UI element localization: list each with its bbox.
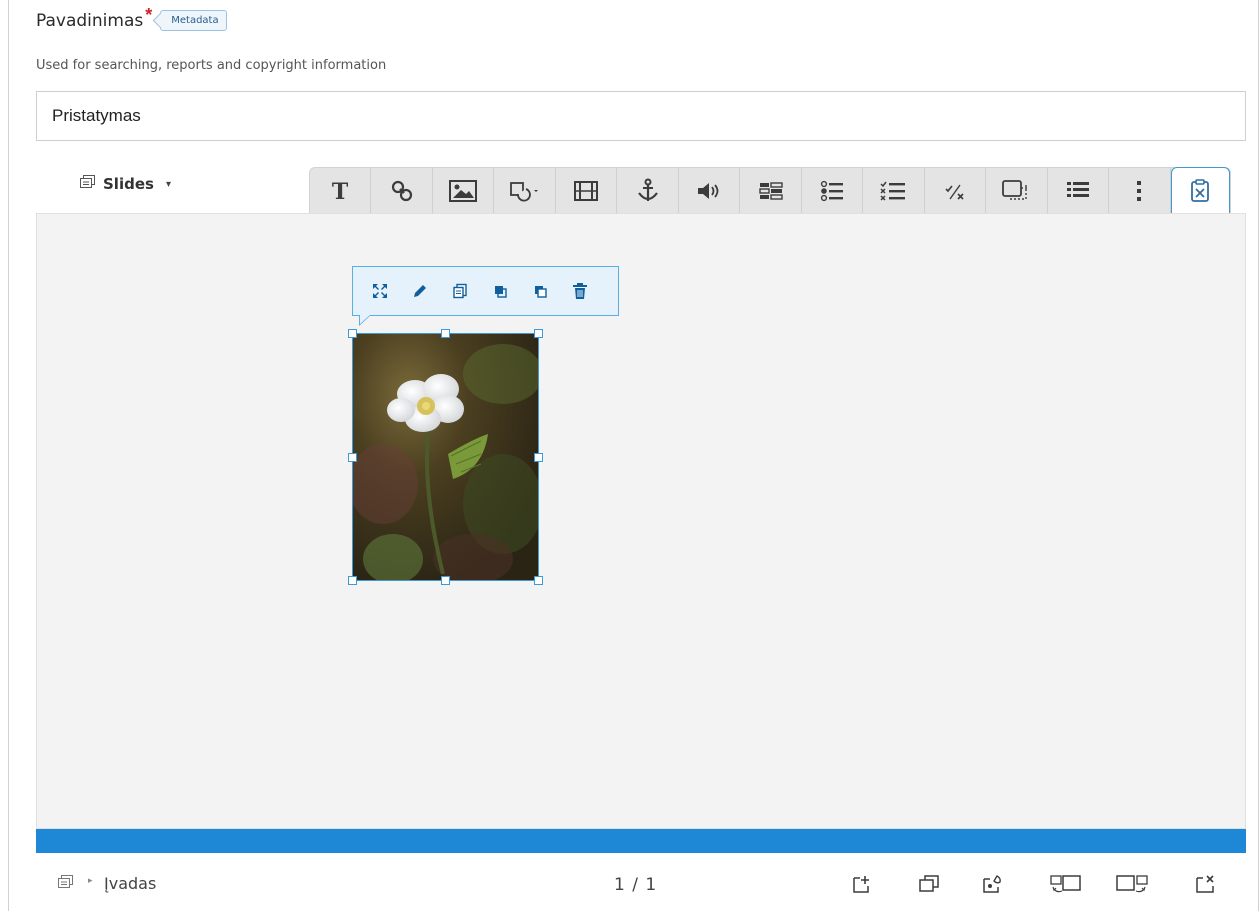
slide-background-icon xyxy=(983,875,1001,893)
svg-text:T: T xyxy=(332,179,349,203)
video-icon xyxy=(574,181,599,201)
element-toolbar xyxy=(352,266,619,326)
more-button[interactable] xyxy=(1109,168,1171,214)
breadcrumb-separator: ▸ xyxy=(88,875,93,885)
content-toolbar: T xyxy=(309,167,1231,214)
dialog-cards-button[interactable] xyxy=(986,168,1048,214)
field-description: Used for searching, reports and copyrigh… xyxy=(36,58,387,73)
image-button[interactable] xyxy=(433,168,495,214)
move-slide-right-button[interactable] xyxy=(1114,871,1150,897)
field-label: Pavadinimas xyxy=(36,10,144,31)
slides-menu-button[interactable]: Slides ▾ xyxy=(80,175,171,193)
flower-photo xyxy=(353,334,538,580)
slides-label: Slides xyxy=(103,175,154,193)
copy-button[interactable] xyxy=(450,281,470,301)
table-button[interactable] xyxy=(740,168,802,214)
metadata-button[interactable]: Metadata xyxy=(160,10,227,31)
field-header: Pavadinimas * Metadata xyxy=(36,5,227,31)
resize-handle-w[interactable] xyxy=(348,453,357,462)
fullscreen-icon xyxy=(373,284,387,298)
more-icon xyxy=(1137,181,1142,201)
multi-choice-icon xyxy=(880,181,906,201)
move-slide-left-button[interactable] xyxy=(1048,871,1084,897)
dialog-cards-icon xyxy=(1002,180,1028,200)
clone-slide-button[interactable] xyxy=(916,871,942,897)
true-false-icon xyxy=(945,184,964,200)
add-slide-button[interactable] xyxy=(849,871,875,897)
anchor-icon xyxy=(637,178,658,201)
multi-choice-button[interactable] xyxy=(863,168,925,214)
bring-to-front-icon xyxy=(495,286,507,298)
video-button[interactable] xyxy=(556,168,618,214)
resize-handle-se[interactable] xyxy=(534,576,543,585)
summary-icon xyxy=(1066,182,1089,197)
single-choice-button[interactable] xyxy=(802,168,864,214)
link-button[interactable] xyxy=(371,168,433,214)
slide-canvas[interactable] xyxy=(36,213,1246,829)
slide-image-element[interactable] xyxy=(348,329,543,585)
link-icon xyxy=(391,180,412,202)
delete-icon xyxy=(573,283,587,299)
edit-icon xyxy=(414,285,426,297)
summary-button[interactable] xyxy=(1048,168,1110,214)
chevron-down-icon: ▾ xyxy=(165,178,171,190)
resize-handle-e[interactable] xyxy=(534,453,543,462)
table-icon xyxy=(758,182,783,200)
delete-button[interactable] xyxy=(570,281,590,301)
slide-background-button[interactable] xyxy=(980,871,1006,897)
send-to-back-icon xyxy=(535,286,547,298)
resize-handle-s[interactable] xyxy=(441,576,450,585)
single-choice-icon xyxy=(820,180,843,202)
delete-slide-icon xyxy=(1196,875,1214,893)
text-icon: T xyxy=(332,179,349,203)
paste-icon xyxy=(1191,179,1210,202)
paste-button[interactable] xyxy=(1170,167,1231,214)
add-slide-icon xyxy=(853,876,869,893)
slides-icon[interactable] xyxy=(58,875,73,894)
move-slide-left-icon xyxy=(1050,875,1081,893)
clone-slide-icon xyxy=(919,875,939,892)
shapes-button[interactable] xyxy=(494,168,556,214)
delete-slide-button[interactable] xyxy=(1193,871,1219,897)
slide-footer: ▸ Įvadas 1 / 1 xyxy=(36,853,1246,911)
page-counter: 1 / 1 xyxy=(614,875,658,895)
slide-title-field[interactable]: Įvadas xyxy=(104,874,156,893)
shapes-icon xyxy=(509,182,538,202)
audio-button[interactable] xyxy=(679,168,741,214)
resize-handle-nw[interactable] xyxy=(348,329,357,338)
resize-handle-ne[interactable] xyxy=(534,329,543,338)
anchor-button[interactable] xyxy=(617,168,679,214)
copy-icon xyxy=(453,283,467,299)
title-input[interactable] xyxy=(36,91,1246,141)
resize-handle-sw[interactable] xyxy=(348,576,357,585)
image-icon xyxy=(449,180,478,202)
required-mark: * xyxy=(145,5,153,25)
true-false-button[interactable] xyxy=(925,168,987,214)
progress-bar xyxy=(36,829,1246,853)
fullscreen-button[interactable] xyxy=(370,281,390,301)
send-to-back-button[interactable] xyxy=(530,281,550,301)
text-button[interactable]: T xyxy=(310,168,372,214)
slides-icon xyxy=(80,175,95,193)
resize-handle-n[interactable] xyxy=(441,329,450,338)
audio-icon xyxy=(698,183,719,199)
bring-to-front-button[interactable] xyxy=(490,281,510,301)
move-slide-right-icon xyxy=(1116,875,1148,893)
edit-button[interactable] xyxy=(410,281,430,301)
